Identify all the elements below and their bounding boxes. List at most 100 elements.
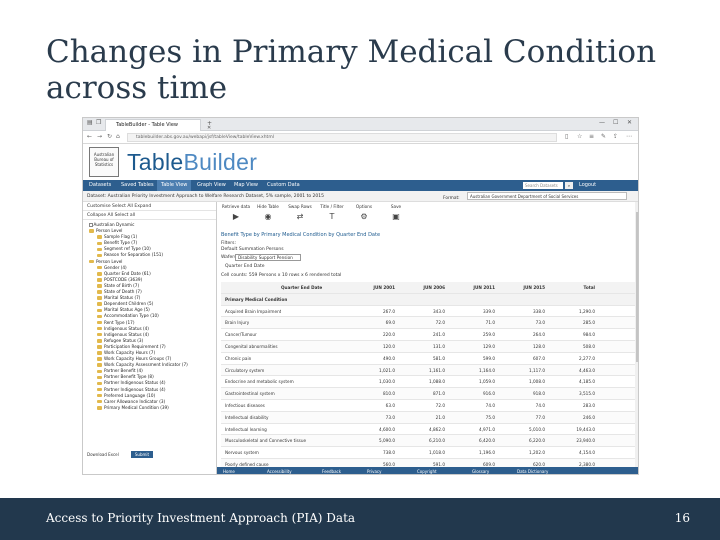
tree-node-label: Marital Status Age (5) bbox=[104, 307, 150, 313]
variable-tree-panel: Customise Select All Expand Collapse All… bbox=[83, 202, 217, 474]
tree-node-label: Work Capacity Assessment Indicator (7) bbox=[104, 362, 188, 368]
variable-tree: Australian Dynamic Person Level Sample Fla… bbox=[83, 222, 216, 448]
folder-icon bbox=[97, 393, 102, 398]
share-icon[interactable]: ⇪ bbox=[613, 133, 618, 140]
format-select[interactable]: Australian Government Department of Soci… bbox=[467, 192, 627, 200]
menu-map-view[interactable]: Map View bbox=[230, 180, 262, 191]
table-cell: 6,220.0 bbox=[529, 438, 545, 444]
footer-link[interactable]: Privacy bbox=[367, 467, 381, 474]
menu-saved-tables[interactable]: Saved Tables bbox=[117, 180, 158, 191]
menu-datasets[interactable]: Datasets bbox=[85, 180, 115, 191]
menu-table-view[interactable]: Table View bbox=[157, 180, 192, 191]
tree-node-label: Person Level bbox=[96, 228, 123, 234]
download-label: Download Excel bbox=[87, 452, 119, 457]
column-header: Total bbox=[583, 285, 595, 290]
folder-icon bbox=[97, 357, 102, 361]
refresh-icon[interactable]: ↻ bbox=[107, 133, 112, 140]
home-icon[interactable]: ⌂ bbox=[116, 133, 120, 140]
table-row: Brain Injury 69.0 72.0 71.0 73.0 285.0 bbox=[221, 317, 636, 330]
save-button[interactable]: Save ▣ bbox=[381, 204, 411, 221]
folder-icon bbox=[97, 332, 102, 337]
options-button[interactable]: Options ⚙ bbox=[349, 204, 379, 221]
column-header-label: Quarter End Date bbox=[281, 285, 323, 290]
table-cell: 283.0 bbox=[583, 403, 595, 408]
vertical-scrollbar[interactable] bbox=[635, 202, 638, 468]
toolbar-label: Save bbox=[390, 204, 402, 209]
folder-icon bbox=[97, 284, 102, 288]
window-menu-icon[interactable]: ▤ bbox=[87, 119, 93, 126]
title-filter-button[interactable]: Title / Filter T bbox=[317, 204, 347, 221]
forward-icon[interactable]: → bbox=[97, 133, 102, 140]
table-cell: 599.0 bbox=[483, 355, 495, 361]
tree-node-label: Segment ref Type (10) bbox=[104, 246, 151, 252]
tree-controls-row1[interactable]: Customise Select All Expand bbox=[83, 202, 216, 211]
table-cell: 264.0 bbox=[533, 332, 545, 338]
footer-link-bar: Home Accessibility Feedback Privacy Copyrigh… bbox=[217, 467, 638, 474]
table-cell: 984.0 bbox=[583, 332, 595, 338]
submit-button[interactable]: Submit bbox=[131, 451, 153, 458]
filters-text: Default Summation Persons bbox=[221, 247, 284, 252]
app-menu-bar: Datasets Saved Tables Table View Graph V… bbox=[83, 180, 638, 191]
folder-icon bbox=[97, 351, 102, 355]
back-icon[interactable]: ← bbox=[87, 133, 92, 140]
table-row: Congenital abnormalities 120.0 131.0 129.0 1… bbox=[221, 341, 636, 353]
folder-icon bbox=[97, 247, 102, 252]
menu-graph-view[interactable]: Graph View bbox=[193, 180, 230, 191]
hub-icon[interactable]: ≡ bbox=[589, 133, 594, 140]
browser-tab[interactable]: TableBuilder - Table View ✕ bbox=[105, 119, 211, 131]
minimize-icon[interactable]: — bbox=[599, 119, 605, 126]
maximize-icon[interactable]: ☐ bbox=[613, 119, 618, 126]
swap-rows-button[interactable]: Swap Rows ⇄ bbox=[285, 204, 315, 221]
scrollbar-thumb[interactable] bbox=[636, 212, 638, 362]
notes-icon[interactable]: ✎ bbox=[601, 133, 606, 140]
search-datasets-input[interactable]: Search Datasets bbox=[523, 182, 563, 189]
wafer-select[interactable]: Disability Support Pension bbox=[235, 254, 301, 261]
tree-node-label: Rent Type (17) bbox=[104, 319, 135, 325]
column-header: JUN 2006 bbox=[423, 285, 445, 290]
tree-controls-row2[interactable]: Collapse All Select all bbox=[83, 211, 216, 220]
abs-logo: Australian Bureau of Statistics bbox=[89, 147, 119, 177]
tree-node[interactable]: Primary Medical Condition (39) bbox=[83, 405, 216, 411]
table-cell: 3,515.0 bbox=[579, 391, 595, 397]
tablebuilder-screenshot: ▤ ❐ TableBuilder - Table View ✕ + — ☐ ✕ … bbox=[82, 117, 639, 475]
footer-link[interactable]: Data Dictionary bbox=[517, 467, 548, 474]
table-row-header: Primary Medical Condition bbox=[221, 293, 636, 306]
folder-icon bbox=[97, 302, 102, 306]
logout-link[interactable]: Logout bbox=[579, 180, 596, 191]
footer-link[interactable]: Accessibility bbox=[267, 467, 292, 474]
folder-icon bbox=[89, 229, 94, 233]
table-cell: 1,088.0 bbox=[429, 379, 445, 385]
url-input[interactable]: tablebuilder.abs.gov.au/webapi/jsf/table… bbox=[127, 133, 557, 142]
new-tab-icon[interactable]: + bbox=[207, 120, 212, 127]
tree-node-label: Indigenous Status (4) bbox=[104, 331, 149, 337]
search-icon[interactable]: ⌕ bbox=[565, 182, 573, 189]
folder-icon bbox=[97, 399, 102, 404]
table-row: Gastrointestinal system 810.0 871.0 916.0 91… bbox=[221, 388, 636, 400]
table-cell: 1,202.0 bbox=[529, 450, 545, 456]
format-label: Format: bbox=[443, 196, 460, 201]
hide-table-button[interactable]: Hide Table ◉ bbox=[253, 204, 283, 221]
tab-list-icon[interactable]: ❐ bbox=[96, 119, 101, 126]
menu-custom-data[interactable]: Custom Data bbox=[263, 180, 304, 191]
footer-link[interactable]: Home bbox=[223, 467, 235, 474]
favorite-star-icon[interactable]: ☆ bbox=[577, 133, 582, 140]
column-header: JUN 2011 bbox=[473, 285, 495, 290]
tree-node-label: Australian Dynamic bbox=[93, 222, 135, 227]
footer-link[interactable]: Feedback bbox=[322, 467, 341, 474]
footer-link[interactable]: Copyright bbox=[417, 467, 437, 474]
tree-node-label: Indigenous Status (4) bbox=[104, 325, 149, 331]
close-window-icon[interactable]: ✕ bbox=[627, 119, 632, 126]
folder-icon bbox=[97, 326, 102, 331]
table-row: Musculoskeletal and Connective tissue 5,0… bbox=[221, 435, 636, 448]
footer-link[interactable]: Glossary bbox=[472, 467, 489, 474]
tree-node-label: Person Level bbox=[96, 258, 123, 264]
table-row: Intellectual disability 73.0 21.0 75.0 77.0 2… bbox=[221, 411, 636, 424]
table-cell: 77.0 bbox=[535, 414, 545, 420]
reading-view-icon[interactable]: ▯ bbox=[565, 133, 568, 140]
folder-icon bbox=[97, 339, 102, 343]
table-cell: 2,277.0 bbox=[579, 355, 595, 361]
retrieve-data-button[interactable]: Retrieve data ▶ bbox=[221, 204, 251, 221]
more-icon[interactable]: ⋯ bbox=[626, 133, 632, 140]
browser-tab-title: TableBuilder - Table View bbox=[116, 122, 178, 128]
folder-icon bbox=[97, 387, 102, 392]
